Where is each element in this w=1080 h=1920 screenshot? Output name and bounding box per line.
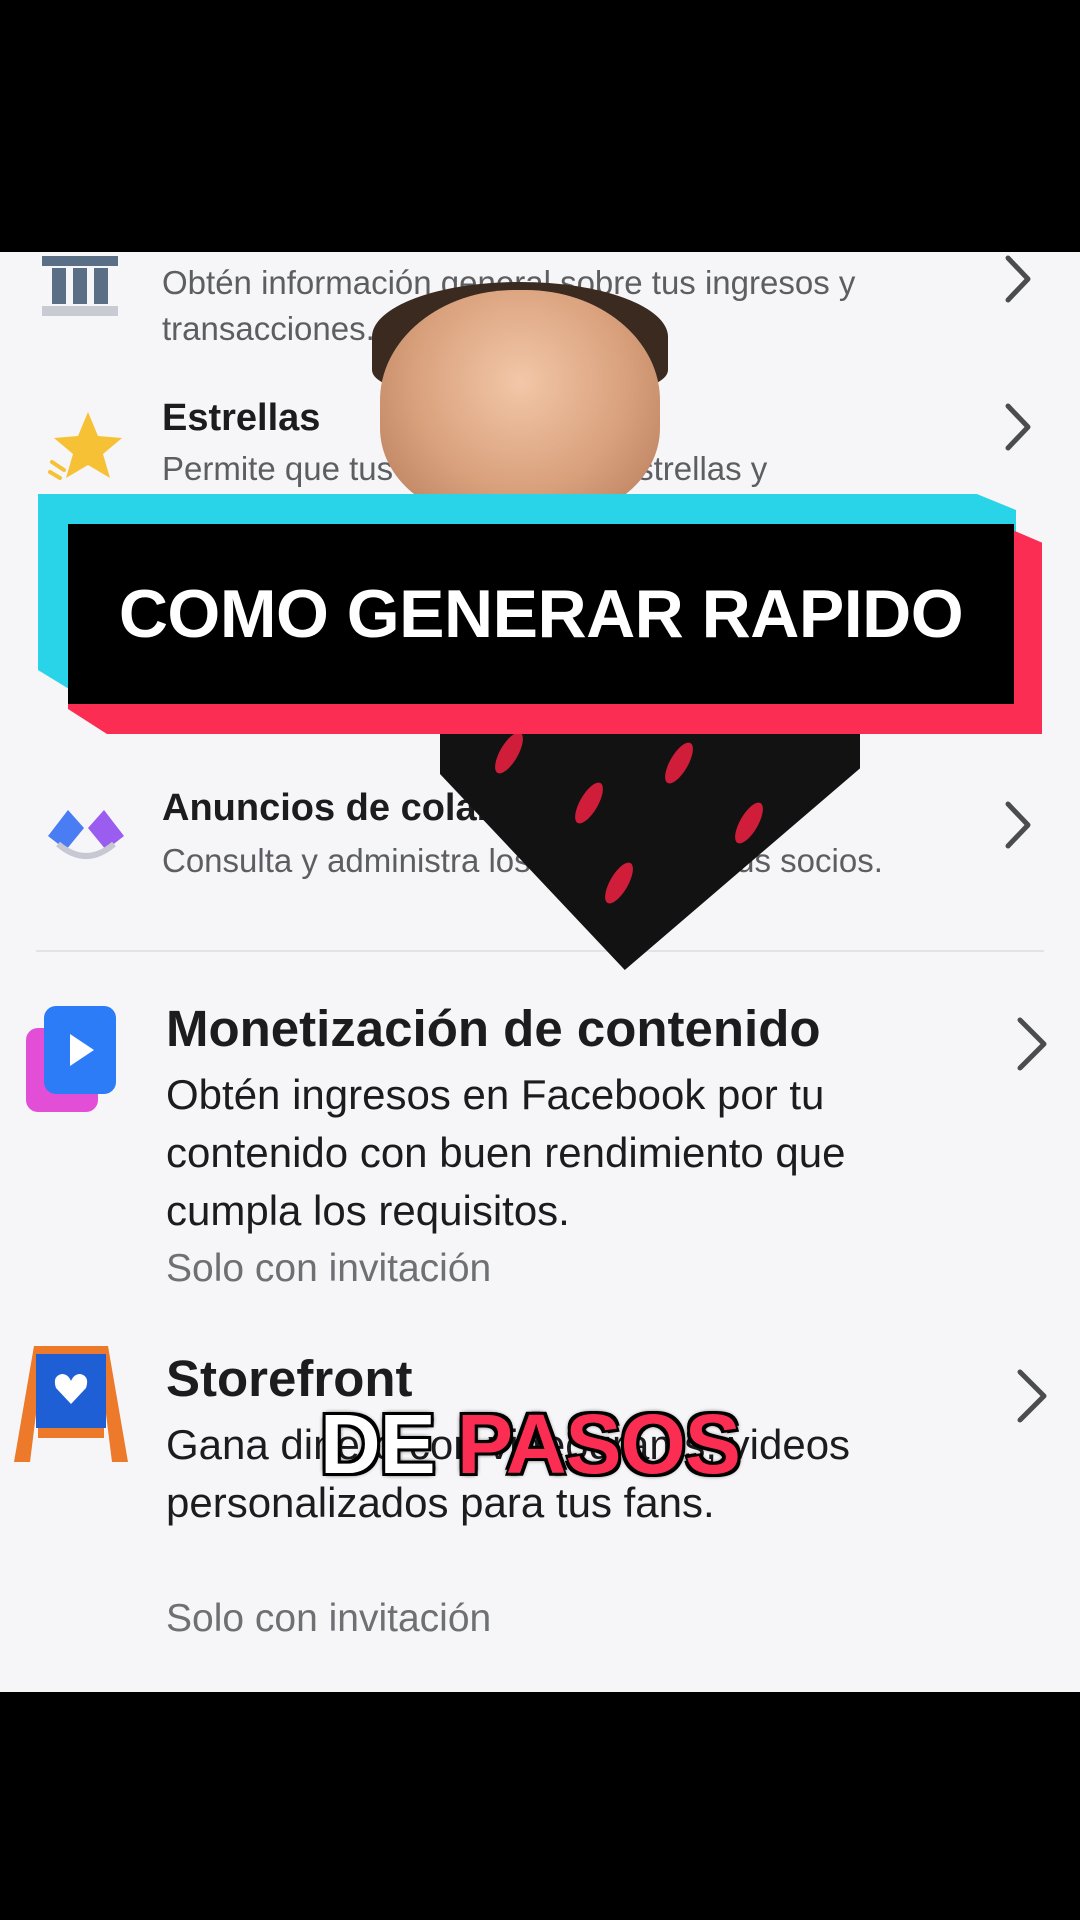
caption-word-highlight: PASOS bbox=[457, 1397, 741, 1491]
list-item-monetizacion[interactable]: Monetización de contenido Obtén ingresos… bbox=[0, 996, 1080, 1296]
chevron-right-icon[interactable] bbox=[1004, 254, 1032, 309]
title-banner: COMO GENERAR RAPIDO bbox=[68, 524, 1014, 704]
shirt-pattern bbox=[659, 738, 699, 788]
invitation-note: Solo con invitación bbox=[166, 1597, 492, 1640]
presenter-face bbox=[380, 290, 660, 520]
item-title: Estrellas bbox=[162, 397, 321, 439]
handshake-icon bbox=[44, 798, 128, 867]
item-title: Monetización de contenido bbox=[166, 1000, 821, 1057]
storefront-icon bbox=[12, 1346, 130, 1469]
shirt-pattern bbox=[489, 728, 529, 778]
shirt-pattern bbox=[599, 858, 639, 908]
chevron-right-icon[interactable] bbox=[1004, 402, 1032, 457]
shirt-pattern bbox=[569, 778, 609, 828]
invitation-note: Solo con invitación bbox=[166, 1247, 492, 1290]
shirt-pattern bbox=[729, 798, 769, 848]
item-description: Obtén ingresos en Facebook por tu conten… bbox=[166, 1071, 846, 1234]
play-video-icon bbox=[24, 1006, 120, 1119]
chevron-right-icon[interactable] bbox=[1016, 1016, 1048, 1077]
caption-word: DE bbox=[320, 1397, 436, 1491]
list-item-storefront[interactable]: Storefront Gana dinero con videograms, v… bbox=[0, 1346, 1080, 1646]
star-icon bbox=[48, 410, 124, 487]
bank-icon bbox=[40, 256, 120, 325]
chevron-right-icon[interactable] bbox=[1016, 1368, 1048, 1429]
video-caption: DE PASOS bbox=[320, 1396, 741, 1493]
chevron-right-icon[interactable] bbox=[1004, 800, 1032, 855]
list-divider bbox=[36, 950, 1044, 952]
banner-title: COMO GENERAR RAPIDO bbox=[118, 576, 964, 652]
